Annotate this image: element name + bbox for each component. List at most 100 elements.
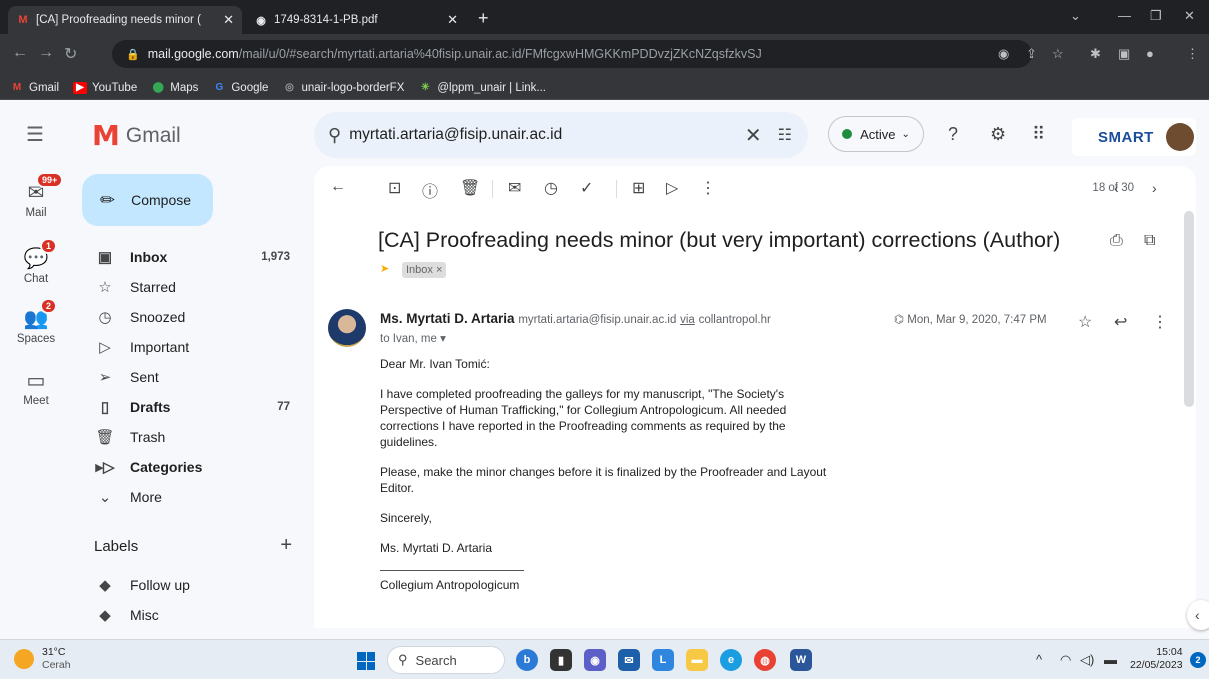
back-icon[interactable]: ← [12,44,28,62]
forward-icon[interactable]: → [38,44,54,62]
bookmark-unair-logo[interactable]: ◎ unair-logo-borderFX [282,82,404,94]
add-to-tasks-icon[interactable]: ✓ [580,178,593,198]
teams-chat-icon[interactable]: ◉ [584,649,606,671]
avatar[interactable] [1165,123,1194,151]
show-side-panel-button[interactable]: ‹ [1187,600,1209,630]
rail-chat[interactable]: 💬 1 Chat [0,238,72,285]
task-view-icon[interactable]: ▮ [550,649,572,671]
help-icon[interactable]: ? [948,124,958,145]
nav-more[interactable]: ⌄ More [82,482,300,512]
search-input[interactable]: myrtati.artaria@fisip.unair.ac.id [349,126,745,144]
reload-icon[interactable]: ↻ [64,44,77,64]
report-spam-icon[interactable]: ⓘ [422,178,438,202]
rail-spaces[interactable]: 👥 2 Spaces [0,298,72,345]
add-label-button[interactable]: + [280,534,292,557]
profile-icon[interactable]: ● [1146,46,1154,61]
eye-icon[interactable]: ◉ [998,46,1009,62]
back-to-list-icon[interactable]: ← [330,178,346,196]
restore-button[interactable]: ❐ [1150,8,1162,24]
gmail-logo[interactable]: M Gmail [92,119,181,152]
inbox-label-chip[interactable]: Inbox × [402,262,447,278]
move-to-icon[interactable]: ⊞ [632,178,645,198]
search-options-icon[interactable]: ☷ [778,125,792,145]
reply-icon[interactable]: ↩ [1114,312,1127,332]
nav-trash[interactable]: 🗑 Trash [82,422,300,452]
minimize-button[interactable]: — [1118,8,1131,23]
share-icon[interactable]: ⇪ [1026,46,1037,62]
status-dropdown[interactable]: Active ⌄ [828,116,924,152]
menu-icon[interactable]: ⋮ [1186,46,1199,62]
search-bar[interactable]: ⚲ myrtati.artaria@fisip.unair.ac.id ✕ ☷ [314,112,808,158]
nav-sent[interactable]: ➢ Sent [82,362,300,392]
via-link[interactable]: via [680,314,695,326]
compose-button[interactable]: ✏ Compose [82,174,213,226]
weather-widget[interactable]: 31°C Cerah [14,646,71,672]
delete-icon[interactable]: 🗑 [460,178,480,198]
sender-avatar[interactable] [328,309,366,347]
sender-name[interactable]: Ms. Myrtati D. Artaria [380,311,515,326]
notification-badge[interactable]: 2 [1190,652,1206,668]
tab-gmail[interactable]: M [CA] Proofreading needs minor ( ✕ [8,6,242,34]
rail-meet[interactable]: ▭ Meet [0,368,72,407]
tab-search-icon[interactable]: ⌄ [1070,8,1081,24]
label-follow-up[interactable]: ◆ Follow up [82,570,300,600]
star-icon[interactable]: ☆ [1078,312,1092,332]
gear-icon[interactable]: ⚙ [990,124,1006,145]
nav-snoozed[interactable]: ◷ Snoozed [82,302,300,332]
nav-starred[interactable]: ☆ Starred [82,272,300,302]
search-icon[interactable]: ⚲ [328,125,341,146]
tab-pdf[interactable]: ◉ 1749-8314-1-PB.pdf ✕ [246,6,466,34]
edge-icon[interactable]: e [720,649,742,671]
close-window-button[interactable]: ✕ [1184,8,1195,24]
account-badge[interactable]: SMART [1072,118,1196,156]
extensions-icon[interactable]: ✱ [1090,46,1101,62]
message-more-icon[interactable]: ⋮ [1152,312,1168,332]
more-options-icon[interactable]: ⋮ [700,178,716,198]
label-as-icon[interactable]: ▷ [666,178,678,198]
clear-search-icon[interactable]: ✕ [745,123,762,148]
open-new-window-icon[interactable]: ⧉ [1144,232,1155,250]
snooze-icon[interactable]: ◷ [544,178,558,198]
nav-important[interactable]: ▷ Important [82,332,300,362]
sidepanel-icon[interactable]: ▣ [1118,46,1130,62]
label-misc[interactable]: ◆ Misc [82,600,300,630]
taskbar-search[interactable]: ⚲ Search [387,646,505,674]
close-tab-icon[interactable]: ✕ [447,12,458,28]
show-hidden-icons[interactable]: ^ [1036,652,1042,667]
close-tab-icon[interactable]: ✕ [223,12,234,28]
clock[interactable]: 15:04 22/05/2023 [1130,646,1183,672]
rail-mail[interactable]: ✉ 99+ Mail [0,172,72,219]
bookmark-youtube[interactable]: ▶ YouTube [73,81,137,94]
chrome-icon[interactable]: ◍ [754,649,776,671]
archive-icon[interactable]: ⊡ [388,178,401,198]
bing-icon[interactable]: b [516,649,538,671]
bookmark-lppm[interactable]: ✳ @lppm_unair | Link... [418,82,546,94]
nav-drafts[interactable]: ▯ Drafts 77 [82,392,300,422]
print-icon[interactable]: ⎙ [1110,232,1123,250]
bookmark-google[interactable]: G Google [212,82,268,94]
file-explorer-icon[interactable]: ▬ [686,649,708,671]
star-bookmark-icon[interactable]: ☆ [1052,46,1064,62]
mark-unread-icon[interactable]: ✉ [508,178,521,198]
word-icon[interactable]: W [790,649,812,671]
lock-icon[interactable]: 🔒 [126,48,140,61]
recipients-dropdown[interactable]: to Ivan, me ▾ [380,331,446,345]
mail-app-icon[interactable]: ✉ [618,649,640,671]
address-bar[interactable]: 🔒 mail.google.com/mail/u/0/#search/myrta… [112,40,1032,68]
older-icon[interactable]: › [1152,180,1157,196]
scrollbar[interactable] [1184,211,1194,407]
newer-icon[interactable]: ‹ [1114,180,1119,196]
bookmark-gmail[interactable]: M Gmail [10,82,59,94]
apps-grid-icon[interactable]: ⠿ [1032,124,1045,145]
wifi-icon[interactable]: ◠ [1060,652,1071,668]
nav-inbox[interactable]: ▣ Inbox 1,973 [82,242,300,272]
nav-categories[interactable]: ▸▷ Categories [82,452,300,482]
windows-start-icon[interactable] [357,652,375,670]
main-menu-icon[interactable]: ☰ [26,122,44,147]
bookmark-maps[interactable]: ⬤ Maps [151,82,199,94]
app-l-icon[interactable]: L [652,649,674,671]
new-tab-button[interactable]: + [478,8,489,29]
battery-icon[interactable]: ▬ [1104,652,1117,667]
importance-marker-icon[interactable]: ➤ [380,262,389,275]
volume-icon[interactable]: ◁) [1080,652,1094,668]
